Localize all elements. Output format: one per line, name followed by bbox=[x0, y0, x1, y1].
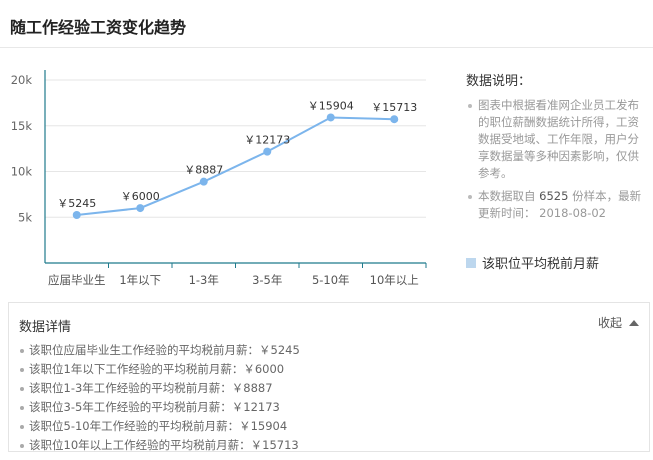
bullet-icon bbox=[20, 406, 24, 410]
data-point bbox=[72, 211, 81, 220]
data-label: ￥15904 bbox=[308, 99, 354, 112]
legend-swatch-icon bbox=[466, 257, 476, 268]
sample-count: 6525 bbox=[539, 189, 569, 203]
details-item: 该职位1年以下工作经验的平均税前月薪：￥6000 bbox=[19, 360, 300, 379]
salary-line-chart: 5k 10k 15k 20k 应届毕业生 1年以下 1-3年 3-5年 5-10年 10年以上 ￥5… bbox=[11, 70, 427, 287]
data-label: ￥8887 bbox=[184, 164, 223, 177]
collapse-button[interactable]: 收起 bbox=[598, 314, 639, 331]
caret-up-icon bbox=[629, 319, 639, 326]
bullet-icon bbox=[20, 387, 24, 391]
details-item-text: 该职位1年以下工作经验的平均税前月薪：￥6000 bbox=[29, 362, 285, 376]
data-notes-item: 图表中根据看准网企业员工发布的职位薪酬数据统计所得，工资数据受地域、工作年限，用… bbox=[466, 97, 646, 182]
x-tick-label: 10年以上 bbox=[370, 273, 419, 287]
details-item-text: 该职位应届毕业生工作经验的平均税前月薪：￥5245 bbox=[29, 343, 300, 357]
data-details-list: 该职位应届毕业生工作经验的平均税前月薪：￥5245 该职位1年以下工作经验的平均… bbox=[19, 341, 300, 455]
bullet-icon bbox=[20, 349, 24, 353]
data-details-title: 数据详情 bbox=[19, 320, 72, 335]
details-item: 该职位应届毕业生工作经验的平均税前月薪：￥5245 bbox=[19, 341, 300, 360]
data-label: ￥5245 bbox=[57, 197, 96, 210]
y-tick-label: 10k bbox=[11, 165, 33, 179]
details-item: 该职位1-3年工作经验的平均税前月薪：￥8887 bbox=[19, 379, 300, 398]
details-item-text: 该职位10年以上工作经验的平均税前月薪：￥15713 bbox=[29, 438, 299, 452]
x-tick-label: 1-3年 bbox=[189, 273, 219, 287]
data-notes-list: 图表中根据看准网企业员工发布的职位薪酬数据统计所得，工资数据受地域、工作年限，用… bbox=[466, 97, 646, 222]
data-point bbox=[263, 147, 272, 156]
data-notes-item: 本数据取自 6525 份样本，最新更新时间： 2018-08-02 bbox=[466, 188, 646, 222]
data-notes-panel: 数据说明： 图表中根据看准网企业员工发布的职位薪酬数据统计所得，工资数据受地域、… bbox=[466, 70, 646, 228]
y-tick-label: 20k bbox=[11, 73, 33, 87]
bullet-icon bbox=[20, 368, 24, 372]
details-item-text: 该职位1-3年工作经验的平均税前月薪：￥8887 bbox=[29, 381, 273, 395]
x-tick-label: 5-10年 bbox=[312, 273, 350, 287]
collapse-label: 收起 bbox=[597, 316, 622, 330]
data-notes-text: 图表中根据看准网企业员工发布的职位薪酬数据统计所得，工资数据受地域、工作年限，用… bbox=[478, 98, 639, 180]
legend-label: 该职位平均税前月薪 bbox=[482, 257, 600, 272]
y-tick-label: 5k bbox=[18, 210, 32, 224]
data-details-panel: 数据详情 收起 该职位应届毕业生工作经验的平均税前月薪：￥5245 该职位1年以… bbox=[8, 302, 650, 452]
data-label: ￥15713 bbox=[371, 101, 417, 114]
bullet-icon bbox=[20, 444, 24, 448]
bullet-icon bbox=[20, 425, 24, 429]
data-notes-title: 数据说明： bbox=[466, 74, 532, 89]
page-title: 随工作经验工资变化趋势 bbox=[10, 18, 187, 37]
chart-legend: 该职位平均税前月薪 bbox=[466, 253, 599, 272]
details-item: 该职位3-5年工作经验的平均税前月薪：￥12173 bbox=[19, 398, 300, 417]
data-label: ￥12173 bbox=[244, 134, 290, 147]
data-point bbox=[326, 113, 335, 122]
data-label: ￥6000 bbox=[121, 190, 160, 203]
x-tick-label: 1年以下 bbox=[119, 273, 161, 287]
y-tick-label: 15k bbox=[11, 119, 33, 133]
data-point bbox=[136, 204, 145, 213]
bullet-icon bbox=[468, 104, 472, 108]
details-item-text: 该职位5-10年工作经验的平均税前月薪：￥15904 bbox=[29, 419, 288, 433]
details-item: 该职位5-10年工作经验的平均税前月薪：￥15904 bbox=[19, 417, 300, 436]
data-point bbox=[390, 115, 399, 124]
x-tick-label: 应届毕业生 bbox=[48, 273, 106, 287]
data-point bbox=[199, 177, 208, 186]
sample-pre-text: 本数据取自 bbox=[478, 189, 540, 203]
bullet-icon bbox=[468, 195, 472, 199]
x-tick-label: 3-5年 bbox=[252, 273, 282, 287]
details-item-text: 该职位3-5年工作经验的平均税前月薪：￥12173 bbox=[29, 400, 280, 414]
details-item: 该职位10年以上工作经验的平均税前月薪：￥15713 bbox=[19, 436, 300, 455]
title-divider bbox=[0, 47, 653, 48]
